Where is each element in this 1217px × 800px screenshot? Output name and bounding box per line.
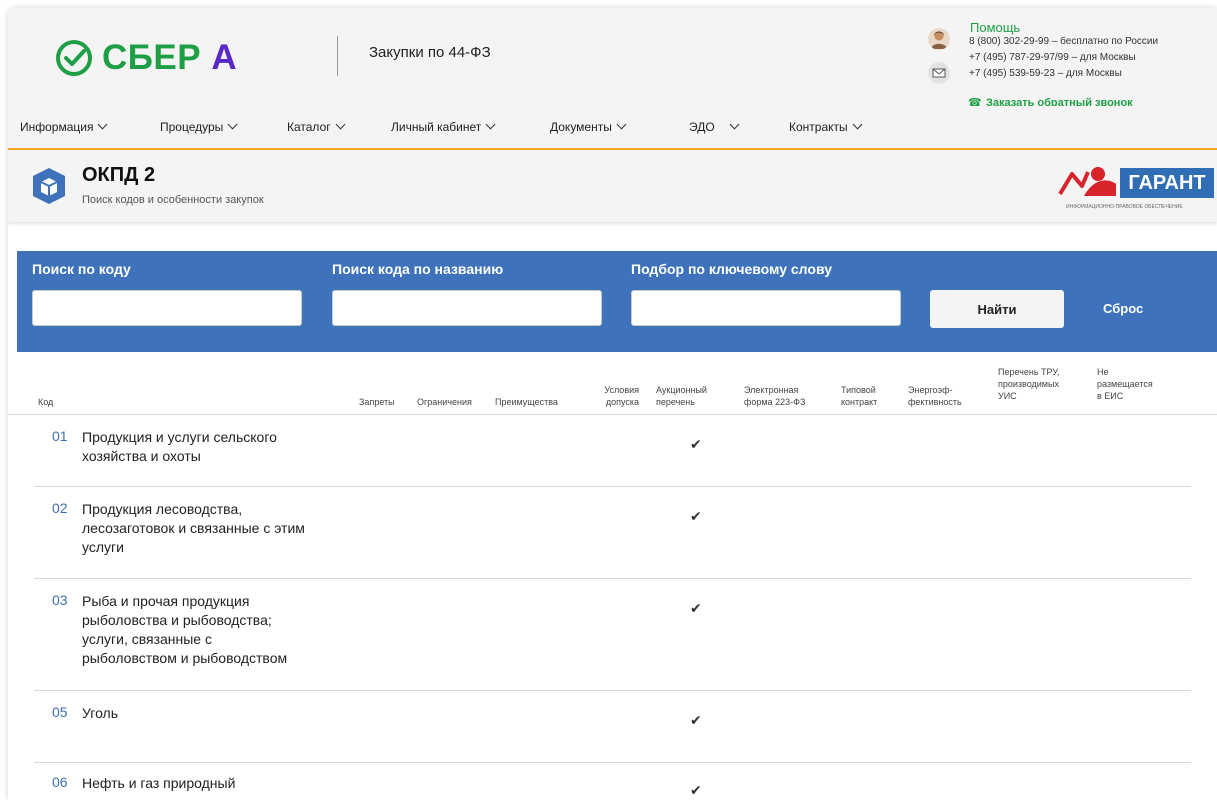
- chevron-down-icon: [616, 119, 627, 130]
- garant-logo-text: ГАРАНТ: [1120, 168, 1214, 198]
- row-code[interactable]: 05: [52, 704, 68, 720]
- col-not-in-eis: Не размещается в ЕИС: [1097, 367, 1153, 401]
- table-header: Код Запреты Ограничения Преимущества Усл…: [8, 352, 1217, 415]
- table-row[interactable]: 02 Продукция лесоводства, лесозаготовок и…: [34, 486, 1191, 579]
- chevron-down-icon: [852, 119, 863, 130]
- page-subtitle: Поиск кодов и особенности закупок: [82, 194, 264, 206]
- nav-item-info[interactable]: Информация: [20, 119, 108, 134]
- check-icon: ✔: [690, 712, 702, 728]
- row-name: Рыба и прочая продукция рыболовства и рыб…: [82, 593, 288, 666]
- garant-tagline: ИНФОРМАЦИОННО-ПРАВОВОЕ ОБЕСПЕЧЕНИЕ: [1066, 204, 1183, 210]
- search-by-name-label: Поиск кода по названию: [332, 261, 504, 277]
- table-row[interactable]: 06 Нефть и газ природный ✔: [34, 762, 1191, 800]
- col-uis-list: Перечень ТРУ, производимых УИС: [998, 367, 1060, 401]
- row-code[interactable]: 02: [52, 500, 68, 516]
- chevron-down-icon: [335, 119, 346, 130]
- col-eform-223: Электронная форма 223-ФЗ: [744, 385, 806, 407]
- row-name: Нефть и газ природный: [82, 775, 236, 791]
- check-icon: ✔: [690, 782, 702, 798]
- col-auction-list: Аукционный перечень: [656, 385, 707, 407]
- page-title: ОКПД 2: [82, 164, 156, 186]
- top-header: СБЕР А Закупки по 44-ФЗ Помощь 8 (800) 3…: [8, 8, 1217, 109]
- search-by-name-input[interactable]: [332, 290, 602, 326]
- nav-item-documents[interactable]: Документы: [550, 119, 627, 134]
- nav-item-edo[interactable]: ЭДО: [689, 119, 740, 134]
- row-code[interactable]: 01: [52, 428, 68, 444]
- search-by-keyword-label: Подбор по ключевому слову: [631, 261, 832, 277]
- col-typical-contract: Типовой контракт: [841, 385, 878, 407]
- table-row[interactable]: 01 Продукция и услуги сельского хозяйства…: [34, 414, 1191, 487]
- table-row[interactable]: 03 Рыба и прочая продукция рыболовства и …: [34, 578, 1191, 691]
- support-avatar-icon: [928, 28, 950, 50]
- help-phone-line: +7 (495) 787-29-97/99 – для Москвы: [969, 52, 1136, 63]
- nav-item-procedures[interactable]: Процедуры: [160, 119, 238, 134]
- chevron-down-icon: [485, 119, 496, 130]
- col-code: Код: [38, 397, 54, 407]
- site-title: Закупки по 44-ФЗ: [369, 44, 491, 61]
- row-code[interactable]: 06: [52, 774, 68, 790]
- logo-text: СБЕР А: [102, 38, 238, 77]
- find-button[interactable]: Найти: [930, 290, 1064, 328]
- garant-logo[interactable]: ГАРАНТ ИНФОРМАЦИОННО-ПРАВОВОЕ ОБЕСПЕЧЕНИ…: [1058, 164, 1217, 214]
- mail-icon[interactable]: [928, 62, 950, 84]
- row-name: Продукция лесоводства, лесозаготовок и св…: [82, 501, 305, 555]
- check-icon: ✔: [690, 600, 702, 616]
- main-nav: Информация Процедуры Каталог Личный каби…: [8, 106, 1217, 150]
- cube-icon: [33, 168, 65, 204]
- header-divider: [337, 36, 338, 76]
- help-phone-line: +7 (495) 539-59-23 – для Москвы: [969, 68, 1122, 79]
- search-by-code-label: Поиск по коду: [32, 261, 131, 277]
- col-restrictions: Ограничения: [417, 397, 472, 407]
- nav-item-contracts[interactable]: Контракты: [789, 119, 863, 134]
- table-row[interactable]: 05 Уголь ✔: [34, 690, 1191, 763]
- row-name: Продукция и услуги сельского хозяйства и …: [82, 429, 277, 464]
- row-name: Уголь: [82, 705, 119, 721]
- chevron-down-icon: [227, 119, 238, 130]
- garant-emblem-icon: [1058, 167, 1116, 196]
- page: СБЕР А Закупки по 44-ФЗ Помощь 8 (800) 3…: [8, 8, 1217, 800]
- search-by-keyword-input[interactable]: [631, 290, 901, 326]
- col-bans: Запреты: [359, 397, 395, 407]
- chevron-down-icon: [98, 119, 108, 130]
- chevron-down-icon: [729, 119, 740, 130]
- nav-item-account[interactable]: Личный кабинет: [391, 119, 496, 134]
- search-by-code-input[interactable]: [32, 290, 302, 326]
- row-code[interactable]: 03: [52, 592, 68, 608]
- sber-logo[interactable]: СБЕР А: [54, 34, 237, 82]
- col-energy-efficiency: Энергоэф-фективность: [908, 385, 962, 407]
- sber-check-icon: [56, 40, 92, 76]
- reset-button[interactable]: Сброс: [1103, 301, 1143, 316]
- help-title[interactable]: Помощь: [970, 20, 1020, 35]
- nav-item-catalog[interactable]: Каталог: [287, 119, 346, 134]
- section-header: ОКПД 2 Поиск кодов и особенности закупок…: [8, 150, 1217, 222]
- col-admission: Условия допуска: [604, 385, 639, 407]
- search-panel: Поиск по коду Поиск кода по названию Под…: [17, 251, 1217, 352]
- help-phone-line: 8 (800) 302-29-99 – бесплатно по России: [969, 36, 1159, 47]
- col-advantages: Преимущества: [495, 397, 558, 407]
- help-block: Помощь 8 (800) 302-29-99 – бесплатно по …: [928, 16, 1217, 109]
- check-icon: ✔: [690, 508, 702, 524]
- check-icon: ✔: [690, 436, 702, 452]
